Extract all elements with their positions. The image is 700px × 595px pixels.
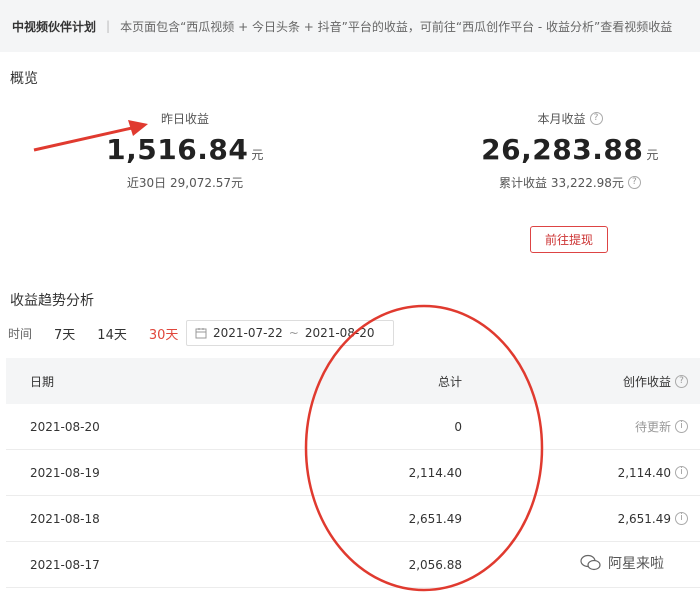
yesterday-value: 1,516.84 <box>106 133 249 166</box>
help-icon[interactable]: ? <box>627 176 641 189</box>
date-end: 2021-08-20 <box>304 326 375 340</box>
yesterday-label: 昨日收益 <box>160 112 209 126</box>
row-date: 2021-08-19 <box>30 465 100 480</box>
info-icon[interactable]: i <box>675 512 688 525</box>
row-creation: 待更新 i <box>462 418 700 435</box>
wechat-icon <box>580 554 601 571</box>
watermark-text: 阿星来啦 <box>608 556 664 572</box>
row-total: 2,114.40 <box>408 465 462 480</box>
header-total: 总计 <box>437 374 462 389</box>
date-separator: ~ <box>288 326 299 340</box>
month-value: 26,283.88 <box>481 133 644 166</box>
table-row: 2021-08-20 0 待更新 i <box>6 404 700 450</box>
time-label: 时间 <box>8 326 33 341</box>
cumulative-earnings: 累计收益 33,222.98元 <box>499 176 624 190</box>
banner-separator: | <box>106 19 111 33</box>
banner-description: 本页面包含“西瓜视频 + 今日头条 + 抖音”平台的收益，可前往“西瓜创作平台 … <box>120 19 673 34</box>
row-total: 0 <box>454 419 462 434</box>
header-date: 日期 <box>30 374 55 389</box>
table-row: 2021-08-19 2,114.40 2,114.40 i <box>6 450 700 496</box>
time-range-selector: 时间 7天 14天 30天 <box>8 320 200 346</box>
range-30-days[interactable]: 30天 <box>149 324 179 343</box>
header-creation: 创作收益? <box>462 373 700 390</box>
row-total: 2,056.88 <box>408 557 462 572</box>
table-header: 日期 总计 创作收益? <box>6 358 700 404</box>
row-date: 2021-08-18 <box>30 511 100 526</box>
table-row: 2021-08-18 2,651.49 2,651.49 i <box>6 496 700 542</box>
watermark: 阿星来啦 <box>576 551 668 575</box>
month-label: 本月收益 <box>537 112 586 126</box>
withdraw-button[interactable]: 前往提现 <box>530 226 608 253</box>
row-date: 2021-08-20 <box>30 419 100 434</box>
date-start: 2021-07-22 <box>213 326 283 340</box>
month-unit: 元 <box>646 148 659 162</box>
help-icon[interactable]: ? <box>589 112 603 125</box>
yesterday-unit: 元 <box>251 148 264 162</box>
program-name: 中视频伙伴计划 <box>12 19 97 34</box>
top-banner: 中视频伙伴计划 | 本页面包含“西瓜视频 + 今日头条 + 抖音”平台的收益，可… <box>0 0 700 52</box>
last30-earnings: 近30日 29,072.57元 <box>126 176 244 190</box>
row-total: 2,651.49 <box>408 511 462 526</box>
overview-title: 概览 <box>10 71 38 87</box>
row-date: 2021-08-17 <box>30 557 100 572</box>
month-earnings: 本月收益? 26,283.88 元 累计收益 33,222.98元? <box>470 110 670 191</box>
yesterday-earnings: 昨日收益 1,516.84 元 近30日 29,072.57元 <box>100 110 270 191</box>
help-icon[interactable]: ? <box>675 374 688 388</box>
info-icon[interactable]: i <box>675 420 688 433</box>
trend-title: 收益趋势分析 <box>10 293 94 309</box>
calendar-icon <box>195 328 207 339</box>
range-14-days[interactable]: 14天 <box>97 324 127 343</box>
info-icon[interactable]: i <box>675 466 688 479</box>
row-creation: 2,114.40 i <box>462 466 700 480</box>
date-range-picker[interactable]: 2021-07-22 ~ 2021-08-20 <box>186 320 394 346</box>
row-creation: 2,651.49 i <box>462 512 700 526</box>
range-7-days[interactable]: 7天 <box>54 324 75 343</box>
